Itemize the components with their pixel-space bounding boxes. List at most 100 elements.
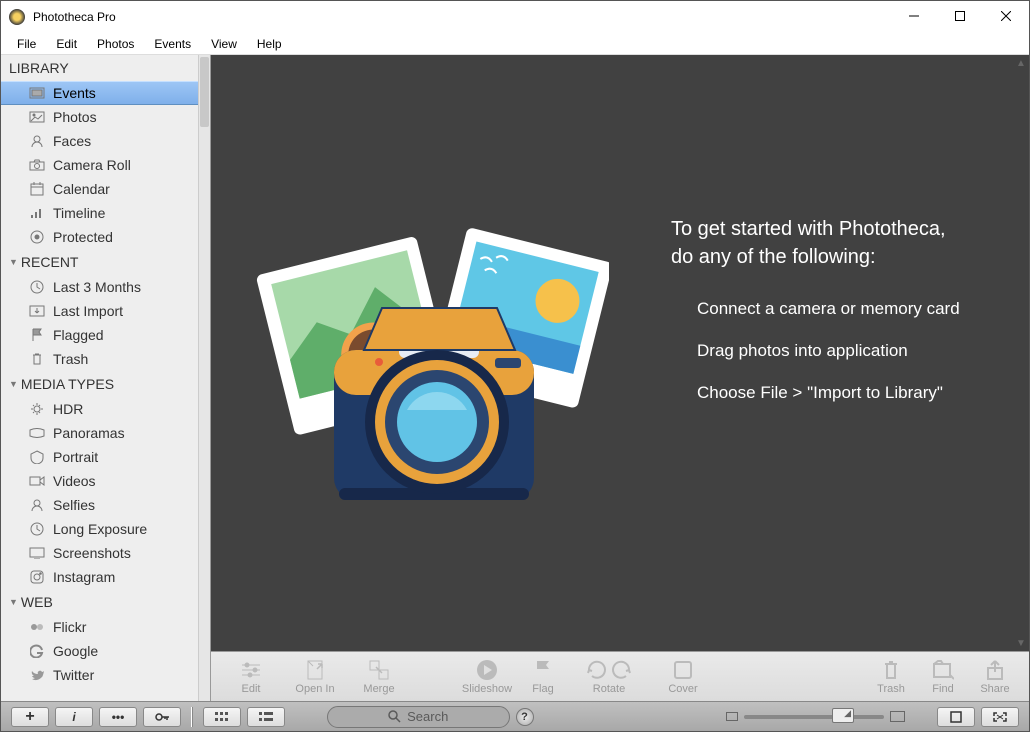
edit-button[interactable]: Edit bbox=[223, 659, 279, 695]
clock-icon bbox=[29, 280, 45, 294]
sidebar-item-faces[interactable]: Faces bbox=[1, 129, 198, 153]
sidebar-item-hdr[interactable]: HDR bbox=[1, 397, 198, 421]
menu-file[interactable]: File bbox=[7, 35, 46, 53]
close-button[interactable] bbox=[983, 1, 1029, 31]
sidebar-header-recent[interactable]: ▼RECENT bbox=[1, 249, 198, 275]
zoom-small-icon bbox=[726, 712, 738, 721]
sidebar-item-events[interactable]: Events bbox=[1, 81, 198, 105]
sidebar-item-label: Protected bbox=[53, 229, 113, 245]
search-input[interactable]: Search bbox=[327, 706, 510, 728]
menu-events[interactable]: Events bbox=[144, 35, 201, 53]
single-view-button[interactable] bbox=[937, 707, 975, 727]
sidebar-item-calendar[interactable]: Calendar bbox=[1, 177, 198, 201]
menu-photos[interactable]: Photos bbox=[87, 35, 144, 53]
share-button[interactable]: Share bbox=[973, 659, 1017, 695]
sidebar-item-photos[interactable]: Photos bbox=[1, 105, 198, 129]
welcome-heading-2: do any of the following: bbox=[671, 246, 876, 268]
window-title: Phototheca Pro bbox=[33, 10, 116, 24]
sidebar-item-camera roll[interactable]: Camera Roll bbox=[1, 153, 198, 177]
hdr-icon bbox=[29, 402, 45, 416]
camera-icon bbox=[29, 158, 45, 172]
sidebar-item-label: Last 3 Months bbox=[53, 279, 141, 295]
import-icon bbox=[29, 304, 45, 318]
trash-button[interactable]: Trash bbox=[869, 659, 913, 695]
main-scrollbar[interactable]: ▲▼ bbox=[1013, 55, 1029, 651]
sidebar-item-label: Selfies bbox=[53, 497, 95, 513]
view-list-button[interactable] bbox=[247, 707, 285, 727]
trash-icon bbox=[29, 352, 45, 366]
minimize-button[interactable] bbox=[891, 1, 937, 31]
sidebar-item-portrait[interactable]: Portrait bbox=[1, 445, 198, 469]
flickr-icon bbox=[29, 620, 45, 634]
open-in-button[interactable]: Open In bbox=[287, 659, 343, 695]
slideshow-button[interactable]: Slideshow bbox=[459, 659, 515, 695]
menu-help[interactable]: Help bbox=[247, 35, 292, 53]
bottom-bar: + i ••• Search ? bbox=[1, 701, 1029, 731]
fullscreen-button[interactable] bbox=[981, 707, 1019, 727]
long-icon bbox=[29, 522, 45, 536]
menu-edit[interactable]: Edit bbox=[46, 35, 87, 53]
photos-icon bbox=[29, 110, 45, 124]
sidebar-item-flickr[interactable]: Flickr bbox=[1, 615, 198, 639]
google-icon bbox=[29, 644, 45, 658]
help-button[interactable]: ? bbox=[516, 708, 534, 726]
sidebar-item-label: Calendar bbox=[53, 181, 110, 197]
portrait-icon bbox=[29, 450, 45, 464]
welcome-text: To get started with Phototheca,do any of… bbox=[671, 215, 960, 425]
sidebar-item-twitter[interactable]: Twitter bbox=[1, 663, 198, 687]
welcome-illustration-icon bbox=[249, 200, 609, 530]
sidebar-item-label: Timeline bbox=[53, 205, 105, 221]
sidebar-item-label: Long Exposure bbox=[53, 521, 147, 537]
sidebar-item-instagram[interactable]: Instagram bbox=[1, 565, 198, 589]
protected-icon bbox=[29, 230, 45, 244]
sidebar-item-label: Flagged bbox=[53, 327, 104, 343]
sidebar-item-flagged[interactable]: Flagged bbox=[1, 323, 198, 347]
menu-view[interactable]: View bbox=[201, 35, 247, 53]
merge-button[interactable]: Merge bbox=[351, 659, 407, 695]
title-bar: Phototheca Pro bbox=[1, 1, 1029, 33]
pano-icon bbox=[29, 426, 45, 440]
calendar-icon bbox=[29, 182, 45, 196]
insta-icon bbox=[29, 570, 45, 584]
zoom-large-icon bbox=[890, 711, 905, 722]
sidebar-item-long exposure[interactable]: Long Exposure bbox=[1, 517, 198, 541]
sidebar-item-label: Trash bbox=[53, 351, 88, 367]
lock-button[interactable] bbox=[143, 707, 181, 727]
sidebar-header-web[interactable]: ▼WEB bbox=[1, 589, 198, 615]
zoom-slider[interactable] bbox=[744, 715, 884, 719]
empty-state: To get started with Phototheca,do any of… bbox=[211, 55, 1029, 651]
sidebar-item-panoramas[interactable]: Panoramas bbox=[1, 421, 198, 445]
cover-button[interactable]: Cover bbox=[655, 659, 711, 695]
sidebar-item-label: Events bbox=[53, 85, 96, 101]
sidebar-item-trash[interactable]: Trash bbox=[1, 347, 198, 371]
sidebar-item-google[interactable]: Google bbox=[1, 639, 198, 663]
maximize-button[interactable] bbox=[937, 1, 983, 31]
sidebar-item-label: Last Import bbox=[53, 303, 123, 319]
sidebar-item-label: Flickr bbox=[53, 619, 86, 635]
view-grid-button[interactable] bbox=[203, 707, 241, 727]
sidebar-item-videos[interactable]: Videos bbox=[1, 469, 198, 493]
welcome-option-2: Drag photos into application bbox=[697, 341, 960, 361]
info-button[interactable]: i bbox=[55, 707, 93, 727]
sidebar-item-last 3 months[interactable]: Last 3 Months bbox=[1, 275, 198, 299]
welcome-option-1: Connect a camera or memory card bbox=[697, 299, 960, 319]
sidebar-item-label: Panoramas bbox=[53, 425, 125, 441]
sidebar-item-timeline[interactable]: Timeline bbox=[1, 201, 198, 225]
sidebar-scrollbar[interactable] bbox=[198, 55, 210, 701]
sidebar-item-label: Instagram bbox=[53, 569, 115, 585]
more-button[interactable]: ••• bbox=[99, 707, 137, 727]
search-placeholder: Search bbox=[407, 709, 448, 724]
sidebar-item-label: Twitter bbox=[53, 667, 94, 683]
sidebar: LIBRARY Events Photos Faces Camera Roll Calen… bbox=[1, 55, 211, 701]
sidebar-item-last import[interactable]: Last Import bbox=[1, 299, 198, 323]
add-button[interactable]: + bbox=[11, 707, 49, 727]
sidebar-item-selfies[interactable]: Selfies bbox=[1, 493, 198, 517]
sidebar-item-screenshots[interactable]: Screenshots bbox=[1, 541, 198, 565]
flag-button[interactable]: Flag bbox=[523, 659, 563, 695]
find-button[interactable]: Find bbox=[921, 659, 965, 695]
sidebar-item-protected[interactable]: Protected bbox=[1, 225, 198, 249]
sidebar-header-library[interactable]: LIBRARY bbox=[1, 55, 198, 81]
sidebar-item-label: Faces bbox=[53, 133, 91, 149]
sidebar-header-media[interactable]: ▼MEDIA TYPES bbox=[1, 371, 198, 397]
rotate-button[interactable]: Rotate bbox=[571, 659, 647, 695]
